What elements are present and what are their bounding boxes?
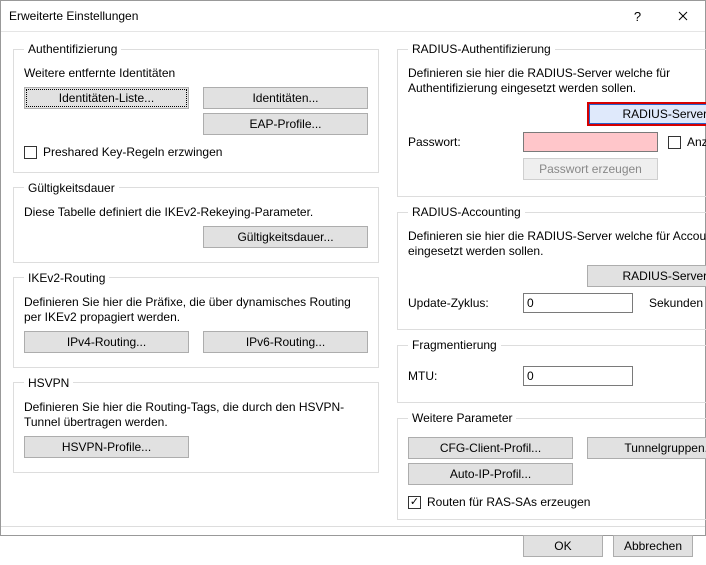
help-button[interactable]: ? <box>615 1 660 31</box>
dialog-footer: OK Abbrechen <box>1 526 705 565</box>
validity-legend: Gültigkeitsdauer <box>24 181 119 195</box>
ipv4-routing-button[interactable]: IPv4-Routing... <box>24 331 189 353</box>
other-params-legend: Weitere Parameter <box>408 411 516 425</box>
checkbox-box-icon <box>24 146 37 159</box>
fragmentation-group: Fragmentierung MTU: <box>397 338 706 403</box>
radius-acct-legend: RADIUS-Accounting <box>408 205 525 219</box>
auth-group: Authentifizierung Weitere entfernte Iden… <box>13 42 379 173</box>
identity-list-button[interactable]: Identitäten-Liste... <box>24 87 189 109</box>
ikev2-group: IKEv2-Routing Definieren Sie hier die Pr… <box>13 271 379 368</box>
mtu-input[interactable] <box>523 366 633 386</box>
show-password-checkbox[interactable]: Anzeigen <box>668 135 706 149</box>
hsvpn-group: HSVPN Definieren Sie hier die Routing-Ta… <box>13 376 379 473</box>
radius-auth-desc: Definieren sie hier die RADIUS-Server we… <box>408 66 706 96</box>
psk-checkbox-label: Preshared Key-Regeln erzwingen <box>43 145 222 159</box>
cfg-client-profile-button[interactable]: CFG-Client-Profil... <box>408 437 573 459</box>
radius-acct-group: RADIUS-Accounting Definieren sie hier di… <box>397 205 706 330</box>
hsvpn-profiles-button[interactable]: HSVPN-Profile... <box>24 436 189 458</box>
routes-ras-sas-label: Routen für RAS-SAs erzeugen <box>427 495 590 509</box>
radius-auth-legend: RADIUS-Authentifizierung <box>408 42 555 56</box>
auth-legend: Authentifizierung <box>24 42 121 56</box>
ikev2-legend: IKEv2-Routing <box>24 271 109 285</box>
update-cycle-input[interactable] <box>523 293 633 313</box>
validity-desc: Diese Tabelle definiert die IKEv2-Rekeyi… <box>24 205 368 220</box>
checkbox-checked-icon: ✓ <box>408 496 421 509</box>
ikev2-desc: Definieren Sie hier die Präfixe, die übe… <box>24 295 368 325</box>
radius-acct-server-button[interactable]: RADIUS-Server... <box>587 265 706 287</box>
window-title: Erweiterte Einstellungen <box>9 9 615 23</box>
close-button[interactable] <box>660 1 705 31</box>
fragmentation-legend: Fragmentierung <box>408 338 501 352</box>
hsvpn-legend: HSVPN <box>24 376 73 390</box>
update-cycle-label: Update-Zyklus: <box>408 296 513 310</box>
update-cycle-unit: Sekunden <box>649 296 703 310</box>
password-label: Passwort: <box>408 135 513 149</box>
right-column: RADIUS-Authentifizierung Definieren sie … <box>397 42 706 520</box>
validity-group: Gültigkeitsdauer Diese Tabelle definiert… <box>13 181 379 263</box>
left-column: Authentifizierung Weitere entfernte Iden… <box>13 42 379 520</box>
radius-auth-group: RADIUS-Authentifizierung Definieren sie … <box>397 42 706 197</box>
psk-checkbox[interactable]: Preshared Key-Regeln erzwingen <box>24 145 222 159</box>
mtu-label: MTU: <box>408 369 513 383</box>
title-bar: Erweiterte Einstellungen ? <box>1 1 705 32</box>
identities-button[interactable]: Identitäten... <box>203 87 368 109</box>
other-params-group: Weitere Parameter CFG-Client-Profil... T… <box>397 411 706 520</box>
password-input[interactable] <box>523 132 658 152</box>
hsvpn-desc: Definieren Sie hier die Routing-Tags, di… <box>24 400 368 430</box>
tunnel-groups-button[interactable]: Tunnelgruppen... <box>587 437 706 459</box>
radius-acct-desc: Definieren sie hier die RADIUS-Server we… <box>408 229 706 259</box>
checkbox-box-icon <box>668 136 681 149</box>
auto-ip-profile-button[interactable]: Auto-IP-Profil... <box>408 463 573 485</box>
ok-button[interactable]: OK <box>523 535 603 557</box>
dialog-window: Erweiterte Einstellungen ? Authentifizie… <box>0 0 706 536</box>
auth-desc: Weitere entfernte Identitäten <box>24 66 368 81</box>
validity-button[interactable]: Gültigkeitsdauer... <box>203 226 368 248</box>
radius-auth-server-button[interactable]: RADIUS-Server... <box>587 102 706 126</box>
generate-password-button: Passwort erzeugen <box>523 158 658 180</box>
routes-ras-sas-checkbox[interactable]: ✓ Routen für RAS-SAs erzeugen <box>408 495 590 509</box>
eap-profiles-button[interactable]: EAP-Profile... <box>203 113 368 135</box>
cancel-button[interactable]: Abbrechen <box>613 535 693 557</box>
dialog-body: Authentifizierung Weitere entfernte Iden… <box>1 32 705 526</box>
show-password-label: Anzeigen <box>687 135 706 149</box>
ipv6-routing-button[interactable]: IPv6-Routing... <box>203 331 368 353</box>
